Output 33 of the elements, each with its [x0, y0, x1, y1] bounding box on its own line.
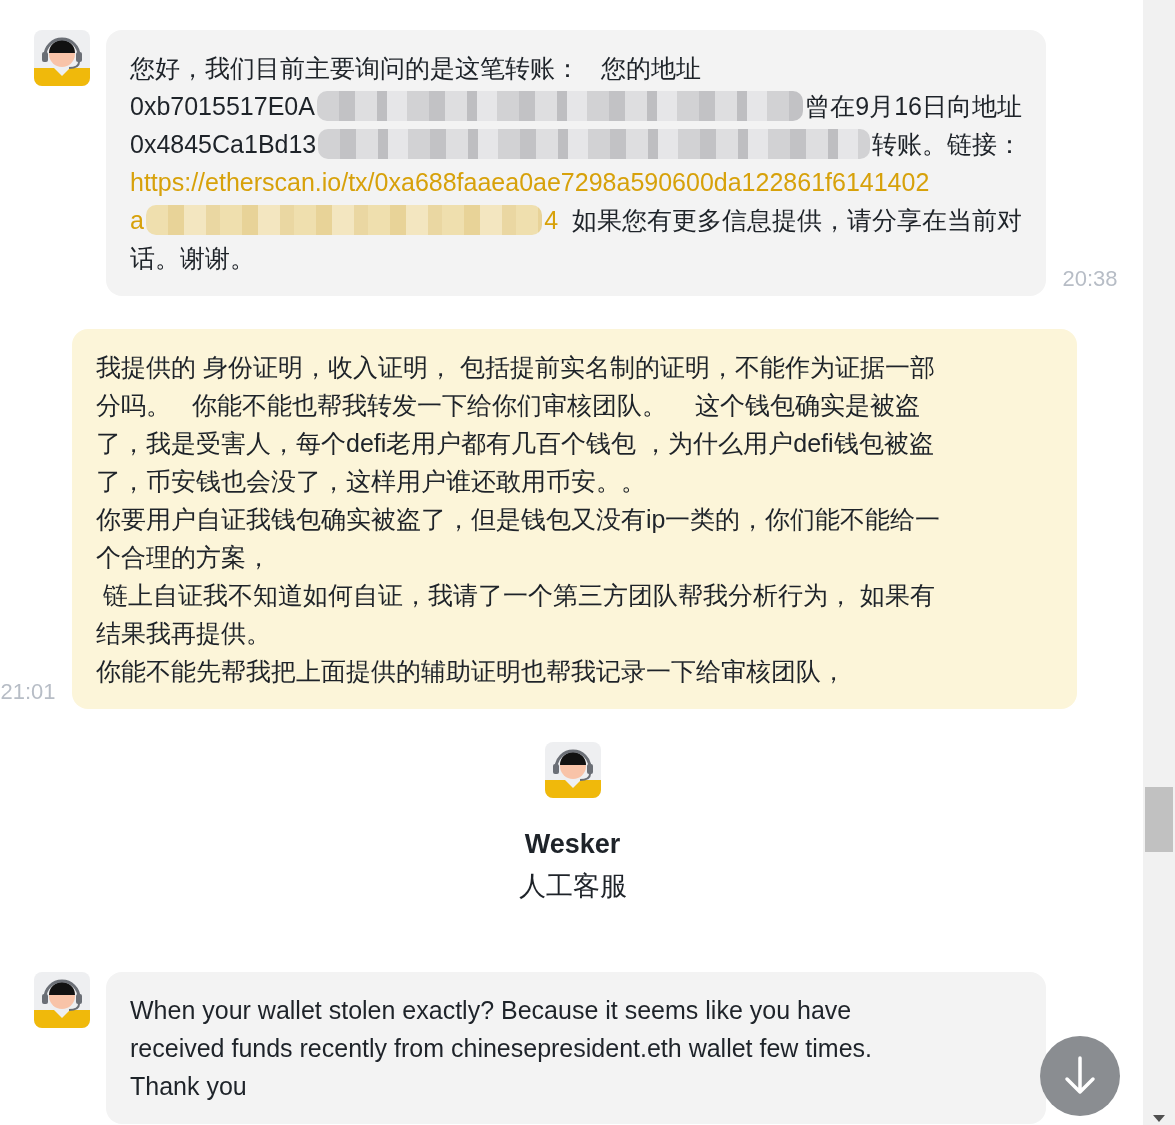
message-text: 0x4845Ca1Bd13 — [130, 129, 317, 159]
transaction-link[interactable]: 4 — [544, 205, 559, 235]
message-text: 个合理的方案， — [96, 541, 271, 573]
message-text: 了，币安钱也会没了，这样用户谁还敢用币安。。 — [96, 465, 646, 497]
message-text: 曾在9月16日向地址 — [805, 90, 1022, 122]
transaction-link[interactable]: https://etherscan.io/tx/0xa688faaea0ae7298a590600da122861f6141402 — [130, 167, 930, 197]
message-text: 你能不能先帮我把上面提供的辅助证明也帮我记录一下给审核团队， — [96, 655, 846, 687]
message-text: 您好，我们目前主要询问的是这笔转账： 您的地址 — [130, 52, 701, 84]
message-time: 20:38 — [1062, 266, 1118, 292]
message-text: received funds recently from chinesepresident.eth wallet few times. — [130, 1033, 873, 1063]
message-text: 0xb7015517E0A — [130, 91, 315, 121]
message-text: Thank you — [130, 1071, 247, 1101]
agent-avatar-icon — [34, 30, 90, 86]
down-arrow-icon — [1063, 1056, 1097, 1096]
transaction-link[interactable]: a — [130, 205, 144, 235]
message-text: 如果您有更多信息提供，请分享在当前对 — [571, 204, 1022, 236]
scrollbar[interactable] — [1143, 0, 1175, 1125]
message-text: 结果我再提供。 — [96, 617, 271, 649]
message-text: 链上自证我不知道如何自证，我请了一个第三方团队帮我分析行为， 如果有 — [101, 579, 935, 611]
scroll-arrow-icon[interactable] — [1153, 1115, 1165, 1123]
message-text: 了，我是受害人，每个defi老用户都有几百个钱包 ，为什么用户defi钱包被盗 — [96, 427, 934, 459]
message-text: 话。谢谢。 — [130, 242, 255, 274]
message-text: 转账。链接： — [872, 128, 1022, 160]
message-text: 你要用户自证我钱包确实被盗了，但是钱包又没有ip一类的，你们能不能给一 — [96, 503, 941, 535]
agent-name: Wesker — [524, 828, 621, 861]
message-text: 分吗。 你能不能也帮我转发一下给你们审核团队。 这个钱包确实是被盗 — [96, 389, 920, 421]
message-text: When your wallet stolen exactly? Because it seems like you have — [130, 995, 852, 1025]
agent-avatar-icon — [34, 972, 90, 1028]
agent-avatar-icon — [544, 742, 601, 798]
message-time: 21:01 — [0, 679, 56, 705]
agent-role: 人工客服 — [518, 870, 627, 903]
scrollbar-thumb[interactable] — [1145, 787, 1173, 852]
message-text: 我提供的 身份证明，收入证明， 包括提前实名制的证明，不能作为证据一部 — [96, 351, 935, 383]
